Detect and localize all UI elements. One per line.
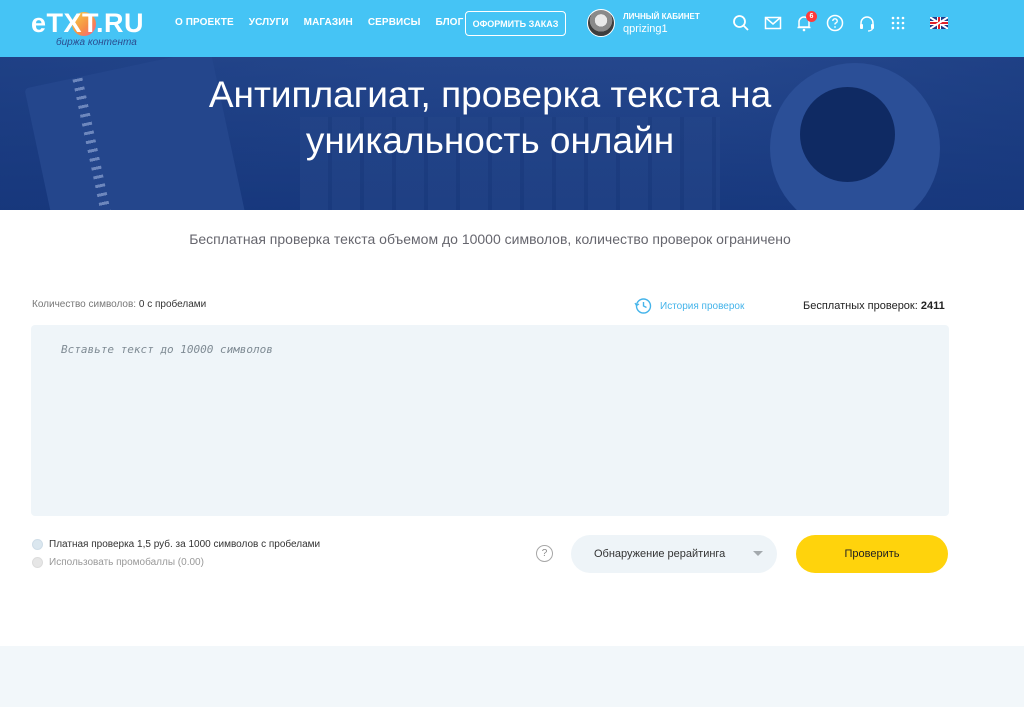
mail-icon[interactable] — [764, 14, 782, 32]
history-label[interactable]: История проверок — [660, 301, 744, 312]
hero-banner: Антиплагиат, проверка текста на уникальн… — [0, 57, 1024, 210]
char-count-value: 0 с пробелами — [138, 299, 207, 310]
paid-check-checkbox[interactable] — [32, 539, 43, 550]
main-nav: О проекте Услуги Магазин Сервисы Блог — [175, 17, 478, 28]
help-icon[interactable] — [826, 14, 844, 32]
site-logo[interactable]: eTXT.RU биржа контента — [31, 6, 161, 50]
avatar[interactable] — [587, 9, 615, 37]
char-count: Количество символов: 0 с пробелами — [32, 299, 206, 310]
promo-points-label: Использовать промобаллы (0.00) — [49, 557, 204, 568]
page-title: Антиплагиат, проверка текста на уникальн… — [208, 74, 772, 161]
paid-check-label: Платная проверка 1,5 руб. за 1000 символ… — [49, 539, 321, 550]
order-button[interactable]: Оформить заказ — [465, 11, 566, 36]
free-checks-label: Бесплатных проверок: — [803, 300, 918, 312]
hero-coffee-inner — [800, 87, 895, 182]
nav-item-about[interactable]: О проекте — [175, 17, 234, 28]
nav-item-services[interactable]: Услуги — [249, 17, 289, 28]
free-checks-value: 2411 — [920, 300, 945, 312]
promo-points-checkbox[interactable] — [32, 557, 43, 568]
paid-check-option[interactable]: Платная проверка 1,5 руб. за 1000 символ… — [32, 539, 320, 550]
text-input[interactable] — [31, 325, 949, 516]
logo-text: eTXT.RU — [31, 8, 145, 38]
apps-grid-icon[interactable] — [889, 14, 907, 32]
notification-badge: 6 — [806, 11, 817, 22]
uk-flag-icon[interactable] — [930, 17, 948, 29]
history-icon — [634, 298, 652, 314]
mode-select-value: Обнаружение рерайтинга — [594, 548, 726, 560]
nav-item-tools[interactable]: Сервисы — [368, 17, 421, 28]
nav-item-blog[interactable]: Блог — [436, 17, 464, 28]
headset-icon[interactable] — [858, 14, 876, 32]
search-icon[interactable] — [732, 14, 750, 32]
site-header: eTXT.RU биржа контента О проекте Услуги … — [0, 0, 1024, 57]
page-subtitle: Бесплатная проверка текста объемом до 10… — [189, 231, 791, 247]
nav-item-shop[interactable]: Магазин — [304, 17, 353, 28]
free-checks: Бесплатных проверок: 2411 — [803, 300, 945, 312]
chevron-down-icon — [753, 551, 763, 556]
mode-select[interactable]: Обнаружение рерайтинга — [571, 535, 777, 573]
promo-points-option[interactable]: Использовать промобаллы (0.00) — [32, 557, 204, 568]
username[interactable]: qprizing1 — [623, 23, 668, 35]
check-button[interactable]: Проверить — [796, 535, 948, 573]
help-icon[interactable]: ? — [536, 545, 553, 562]
char-count-label: Количество символов: — [32, 299, 137, 310]
history-link[interactable]: История проверок — [634, 297, 744, 315]
cabinet-label[interactable]: Личный кабинет — [623, 12, 700, 21]
logo-subtitle: биржа контента — [56, 37, 137, 48]
footer-band — [0, 646, 1024, 707]
